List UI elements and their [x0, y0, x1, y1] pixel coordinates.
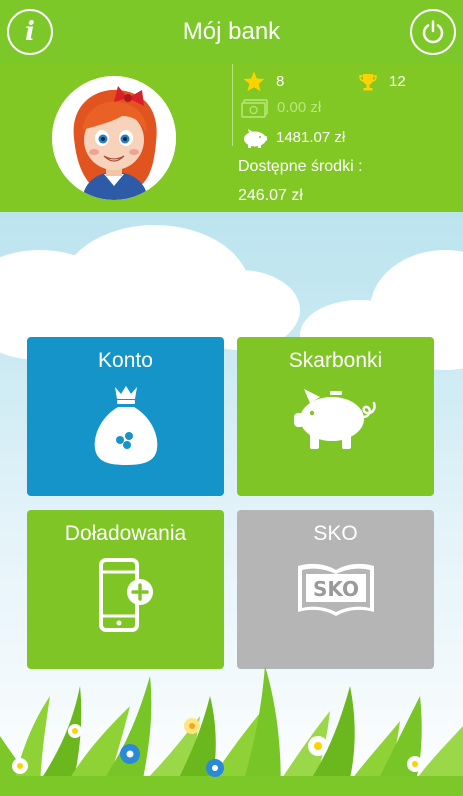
power-button[interactable]	[410, 9, 456, 55]
konto-tile[interactable]: Konto	[27, 337, 224, 496]
app-screen: i Mój bank 8 12 0.00 zł 1481.07 zł Dostę…	[0, 0, 463, 796]
phone-topup-icon	[98, 558, 153, 632]
doladowania-tile[interactable]: Doładowania	[27, 510, 224, 669]
top-bar: i Mój bank	[0, 0, 463, 64]
savings-amount: 1481.07 zł	[276, 129, 346, 146]
stars-count: 8	[276, 73, 285, 90]
cash-icon	[241, 99, 268, 118]
piggy-bank-small-icon	[244, 129, 267, 148]
star-icon	[243, 71, 265, 92]
tile-label: Doładowania	[64, 522, 187, 545]
tile-label: SKO	[313, 522, 358, 545]
grass-decoration	[0, 666, 463, 796]
flower	[407, 756, 423, 772]
sko-book-icon: SKO	[297, 563, 374, 616]
cash-amount: 0.00 zł	[277, 99, 322, 116]
profile-panel: 8 12 0.00 zł 1481.07 zł Dostępne środki …	[0, 64, 463, 212]
flower	[12, 758, 28, 774]
available-funds-label: Dostępne środki :	[238, 158, 363, 175]
power-icon	[422, 20, 444, 44]
money-bag-icon	[94, 386, 157, 465]
available-funds-value: 246.07 zł	[238, 187, 303, 204]
tile-label: Konto	[98, 349, 153, 372]
girl-avatar-image	[52, 76, 176, 200]
flower	[184, 718, 200, 734]
avatar[interactable]	[52, 76, 176, 200]
piggy-bank-icon	[293, 389, 376, 449]
flower	[308, 736, 328, 756]
flower	[206, 759, 224, 777]
flower	[68, 724, 82, 738]
trophy-icon	[359, 74, 377, 91]
sko-tile[interactable]: SKO SKO	[237, 510, 434, 669]
stats-panel: 8 12 0.00 zł 1481.07 zł Dostępne środki …	[232, 64, 463, 212]
page-title: Mój bank	[182, 18, 281, 45]
tile-label: Skarbonki	[288, 349, 383, 372]
flower	[120, 744, 140, 764]
svg-text:SKO: SKO	[312, 577, 358, 601]
divider	[232, 64, 233, 146]
skarbonki-tile[interactable]: Skarbonki	[237, 337, 434, 496]
trophies-count: 12	[389, 73, 406, 90]
